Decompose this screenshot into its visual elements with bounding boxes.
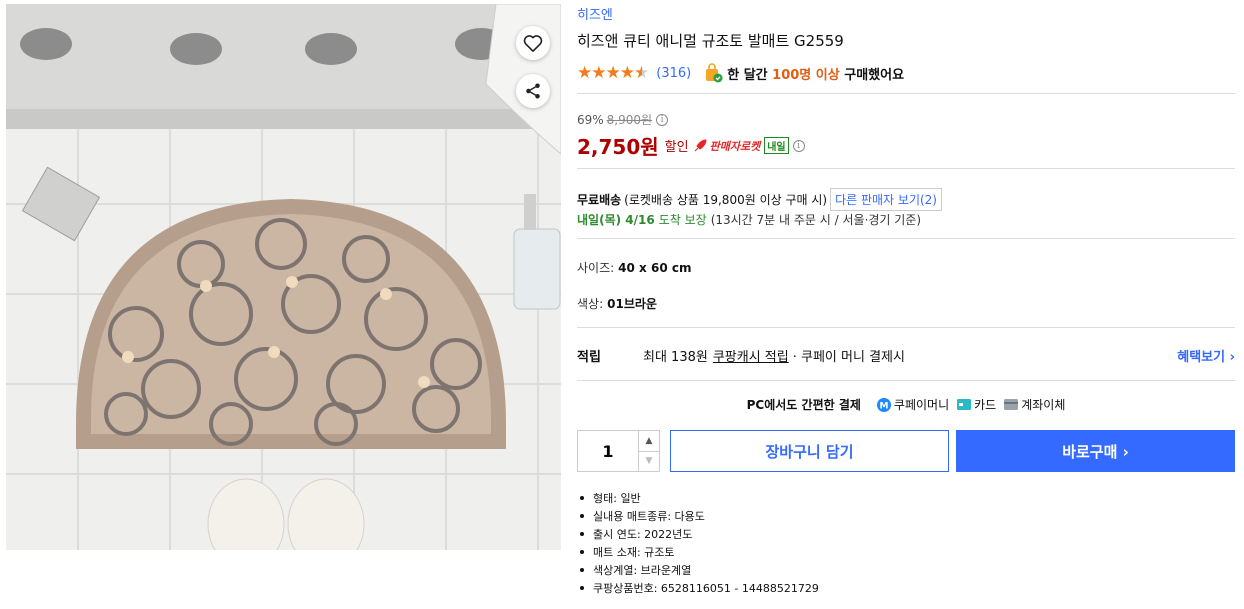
reward-suffix: · 쿠페이 머니 결제시: [792, 350, 905, 365]
divider: [577, 380, 1235, 381]
spec-item: 쿠팡상품번호: 6528116051 - 14488521729: [577, 579, 819, 597]
arrival-row: 내일(목) 4/16 도착 보장 (13시간 7분 내 주문 시 / 서울·경기…: [577, 211, 921, 228]
color-label: 색상:: [577, 297, 604, 311]
shipping-condition: (로켓배송 상품 19,800원 이상 구매 시): [624, 193, 828, 207]
add-to-cart-button[interactable]: 장바구니 담기: [670, 430, 949, 472]
like-button[interactable]: [516, 26, 550, 60]
payment-card[interactable]: 카드: [957, 396, 996, 413]
card-icon: [957, 399, 972, 410]
reward-prefix: 최대 138원: [643, 350, 708, 365]
discount-label: 할인: [664, 140, 689, 155]
payment-method-label: 카드: [974, 398, 997, 412]
shipping-row: 무료배송 (로켓배송 상품 19,800원 이상 구매 시) 다른 판매자 보기…: [577, 188, 942, 211]
bank-icon: [1004, 399, 1019, 410]
product-title: 히즈앤 큐티 애니멀 규조토 발매트 G2559: [577, 32, 844, 50]
arrival-day: 내일(목) 4/16: [577, 213, 655, 227]
star-icon: ★: [619, 62, 635, 83]
reward-label: 적립: [577, 350, 601, 365]
spec-list: 형태: 일반 실내용 매트종류: 다용도 출시 연도: 2022년도 매트 소재…: [577, 489, 819, 597]
quantity-up-button[interactable]: ▲: [639, 431, 659, 451]
sale-price: 2,750원: [577, 135, 659, 159]
tomorrow-badge: 내일: [764, 137, 789, 154]
purchase-count-text: 한 달간 100명 이상 구매했어요: [727, 64, 904, 83]
info-icon[interactable]: i: [792, 139, 805, 152]
review-count-link[interactable]: (316): [656, 66, 691, 81]
divider: [577, 93, 1235, 94]
rating-row: ★ ★ ★ ★ ★ (316) 한 달간 100명 이상 구매했어요: [577, 62, 904, 84]
reward-row: 적립 최대 138원 쿠팡캐시 적립 · 쿠페이 머니 결제시 혜택보기 ›: [577, 346, 1235, 365]
reward-cash: 쿠팡캐시 적립: [712, 350, 789, 365]
discount-rate: 69%: [577, 112, 604, 127]
color-option[interactable]: 색상: 01브라운: [577, 295, 657, 312]
brand-link[interactable]: 히즈엔: [577, 4, 613, 23]
half-star-icon: ★: [634, 62, 650, 83]
arrival-guarantee: 도착 보장: [658, 213, 707, 227]
spec-item: 형태: 일반: [577, 489, 819, 507]
divider: [577, 168, 1235, 169]
other-sellers-button[interactable]: 다른 판매자 보기(2): [830, 188, 942, 211]
size-value: 40 x 60 cm: [618, 261, 692, 275]
rocket-icon: [694, 138, 707, 151]
purchase-highlight: 100명 이상: [772, 67, 840, 83]
payment-method-label: 계좌이체: [1021, 398, 1066, 412]
product-photo: [6, 4, 561, 550]
payment-bank[interactable]: 계좌이체: [1004, 396, 1065, 413]
benefit-link[interactable]: 혜택보기 ›: [1177, 346, 1235, 365]
quantity-input[interactable]: [578, 431, 638, 471]
discount-row: 69% 8,900원 i: [577, 111, 669, 128]
purchase-suffix: 구매했어요: [844, 67, 905, 83]
coupay-icon: M: [876, 397, 891, 412]
size-option[interactable]: 사이즈: 40 x 60 cm: [577, 259, 691, 276]
purchase-count-badge: 한 달간 100명 이상 구매했어요: [703, 63, 904, 83]
star-icon: ★: [591, 62, 607, 83]
purchase-prefix: 한 달간: [727, 67, 768, 83]
arrival-note: (13시간 7분 내 주문 시 / 서울·경기 기준): [710, 213, 922, 227]
price-row: 2,750원 할인 판매자로켓 내일 i: [577, 131, 805, 160]
product-image: [6, 4, 561, 550]
color-value: 01브라운: [607, 297, 657, 311]
star-icon: ★: [605, 62, 621, 83]
star-icon: ★: [577, 62, 593, 83]
spec-item: 출시 연도: 2022년도: [577, 525, 819, 543]
star-rating[interactable]: ★ ★ ★ ★ ★: [577, 62, 650, 83]
payment-coupay[interactable]: M 쿠페이머니: [876, 396, 950, 413]
info-icon[interactable]: i: [656, 113, 669, 126]
spec-item: 매트 소재: 규조토: [577, 543, 819, 561]
free-shipping-label: 무료배송: [577, 193, 622, 207]
divider: [577, 238, 1235, 239]
size-label: 사이즈:: [577, 261, 615, 275]
spec-item: 실내용 매트종류: 다용도: [577, 507, 819, 525]
buy-now-button[interactable]: 바로구매 ›: [956, 430, 1235, 472]
payment-row: PC에서도 간편한 결제 M 쿠페이머니 카드 계좌이체: [577, 396, 1235, 413]
svg-text:M: M: [879, 401, 888, 411]
payment-title: PC에서도 간편한 결제: [746, 398, 861, 412]
shopping-bag-icon: [706, 63, 723, 83]
original-price: 8,900원: [606, 113, 653, 127]
payment-method-label: 쿠페이머니: [893, 398, 950, 412]
quantity-down-button[interactable]: ▼: [639, 450, 659, 472]
share-button[interactable]: [516, 74, 550, 108]
seller-rocket-badge: 판매자로켓: [709, 139, 761, 153]
divider: [577, 327, 1235, 328]
share-icon: [526, 83, 540, 99]
quantity-buttons: ▲ ▼: [638, 431, 659, 471]
spec-item: 색상계열: 브라운계열: [577, 561, 819, 579]
heart-icon: [523, 35, 543, 52]
quantity-stepper: ▲ ▼: [577, 430, 660, 472]
